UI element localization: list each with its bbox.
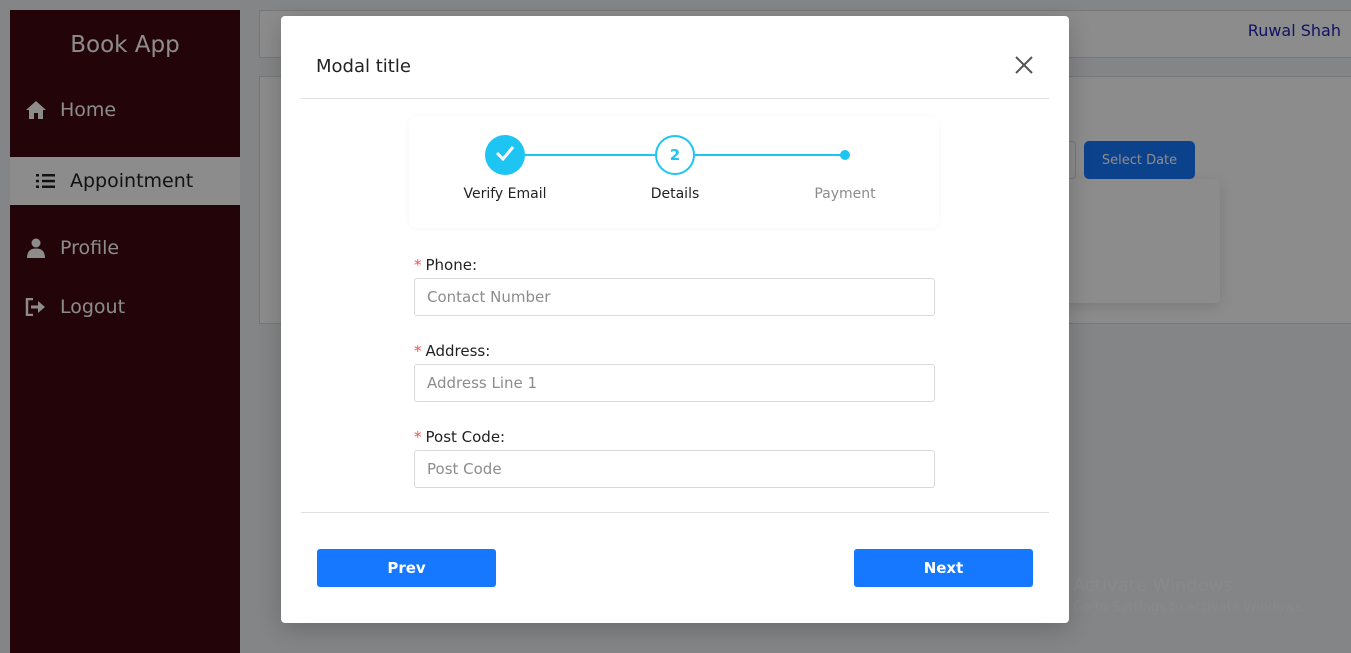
phone-label-text: Phone: xyxy=(425,256,478,274)
step-verify-email[interactable] xyxy=(485,135,525,175)
modal-header-divider xyxy=(301,98,1049,99)
step-details[interactable]: 2 xyxy=(655,135,695,175)
modal-dialog: Modal title 2 Verify Email Details Payme… xyxy=(281,16,1069,623)
phone-label: * Phone: xyxy=(414,256,477,274)
steps-indicator: 2 Verify Email Details Payment xyxy=(409,116,939,228)
required-mark: * xyxy=(414,428,422,446)
required-mark: * xyxy=(414,256,422,274)
step-connector xyxy=(695,154,845,156)
post-code-label-text: Post Code: xyxy=(425,428,506,446)
post-code-label: * Post Code: xyxy=(414,428,505,446)
phone-input[interactable] xyxy=(414,278,935,316)
modal-footer-divider xyxy=(301,512,1049,513)
close-button[interactable] xyxy=(1011,54,1037,80)
post-code-input[interactable] xyxy=(414,450,935,488)
address-label: * Address: xyxy=(414,342,490,360)
modal-title: Modal title xyxy=(316,56,411,77)
address-label-text: Address: xyxy=(425,342,491,360)
checkmark-icon xyxy=(495,145,515,165)
step-connector xyxy=(505,154,655,156)
step-label-details: Details xyxy=(650,186,700,202)
address-input[interactable] xyxy=(414,364,935,402)
next-button[interactable]: Next xyxy=(854,549,1033,587)
step-label-payment: Payment xyxy=(814,186,876,202)
step-payment[interactable] xyxy=(840,150,850,160)
required-mark: * xyxy=(414,342,422,360)
step-label-verify-email: Verify Email xyxy=(463,186,547,202)
close-icon xyxy=(1015,56,1033,78)
prev-button[interactable]: Prev xyxy=(317,549,496,587)
